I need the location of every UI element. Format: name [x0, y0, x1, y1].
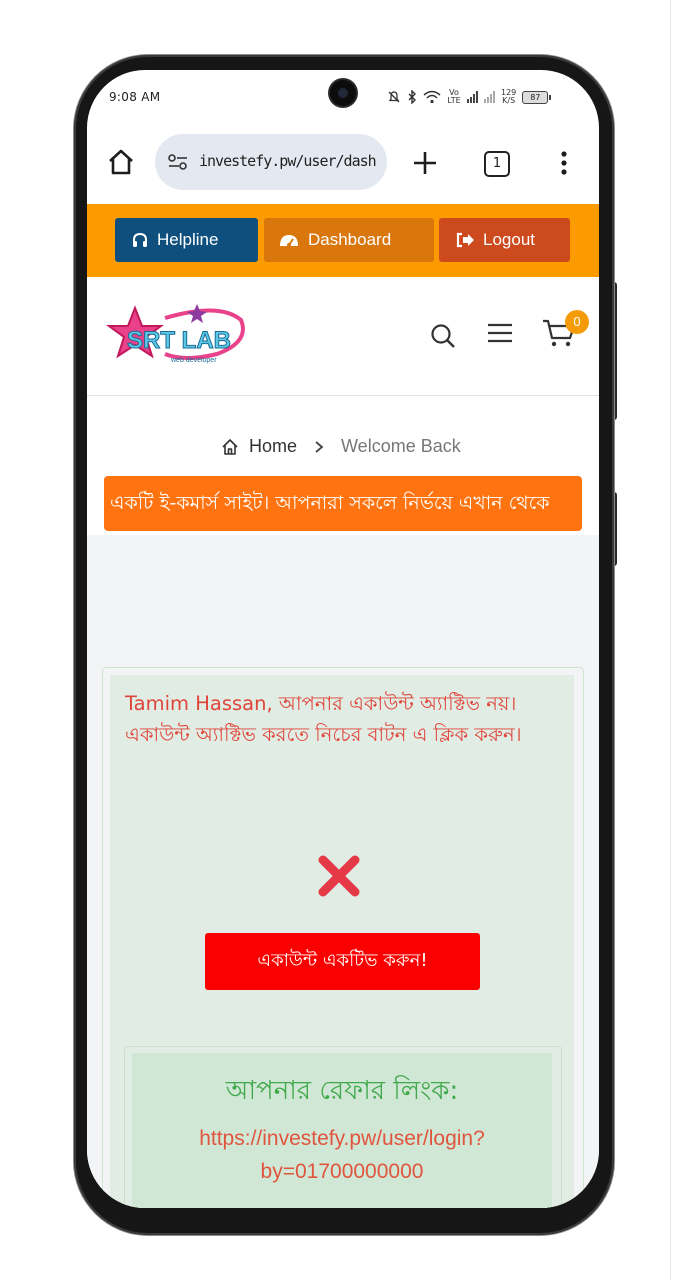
sign-out-icon: [456, 232, 474, 248]
helpline-button[interactable]: Helpline: [115, 218, 258, 262]
site-settings-icon[interactable]: [167, 153, 189, 171]
logout-label: Logout: [483, 230, 535, 249]
breadcrumb-home[interactable]: Home: [249, 436, 297, 457]
marquee-text: একটি ই-কমার্স সাইট। আপনারা সকলে নির্ভয়ে…: [110, 492, 550, 514]
status-icons: Vo LTE 129 K/S 87: [387, 88, 552, 106]
cart-count-badge: 0: [565, 310, 589, 334]
bluetooth-icon: [408, 90, 416, 104]
signal-icon: [467, 91, 478, 103]
header-divider: [87, 395, 599, 396]
headset-icon: [133, 232, 147, 247]
speedometer-icon: [280, 235, 298, 247]
page-edge-line: [670, 0, 671, 1280]
status-time: 9:08 AM: [109, 90, 161, 104]
activate-account-button[interactable]: একাউন্ট একটিভ করুন!: [205, 933, 480, 990]
more-options-icon[interactable]: [557, 150, 571, 176]
signal-icon-2: [484, 91, 495, 103]
wifi-icon: [423, 90, 441, 104]
logo-subtext: web developer: [170, 357, 217, 364]
chevron-right-icon: [315, 440, 324, 453]
breadcrumb-current: Welcome Back: [341, 436, 461, 456]
site-logo[interactable]: SRT LAB web developer: [105, 302, 247, 370]
referral-link-line1: https://investefy.pw/user/login?: [199, 1127, 485, 1150]
lte-label: Vo LTE: [447, 88, 461, 105]
battery-icon: 87: [522, 90, 552, 104]
referral-link[interactable]: https://investefy.pw/user/login? by=0170…: [132, 1122, 552, 1188]
search-icon[interactable]: [430, 323, 456, 349]
new-tab-icon[interactable]: [412, 150, 438, 176]
referral-link-line2: by=01700000000: [260, 1160, 424, 1183]
home-icon[interactable]: [105, 146, 137, 178]
dashboard-button[interactable]: Dashboard: [264, 218, 434, 262]
logo-text: SRT LAB: [127, 327, 231, 354]
tab-switcher-button[interactable]: 1: [484, 151, 510, 177]
inactive-account-warning: Tamim Hassan, আপনার একাউন্ট অ্যাক্টিভ নয…: [125, 692, 522, 746]
referral-title: আপনার রেফার লিংক:: [225, 1076, 459, 1106]
helpline-label: Helpline: [157, 230, 219, 249]
front-camera: [330, 80, 356, 106]
logout-button[interactable]: Logout: [439, 218, 570, 262]
home-small-icon: [222, 438, 238, 455]
net-speed: 129 K/S: [501, 89, 516, 105]
dashboard-label: Dashboard: [308, 230, 392, 249]
notice-marquee: একটি ই-কমার্স সাইট। আপনারা সকলে নির্ভয়ে…: [104, 476, 582, 531]
menu-icon[interactable]: [487, 322, 513, 344]
net-speed-unit: K/S: [502, 96, 516, 105]
breadcrumb: Home Welcome Back: [221, 436, 461, 457]
url-text[interactable]: investefy.pw/user/dashboard: [199, 152, 377, 170]
phone-screen: 9:08 AM Vo LTE 129 K/S 87 investefy.pw/us…: [87, 70, 599, 1208]
bell-off-icon: [388, 91, 400, 103]
close-x-icon: [318, 855, 360, 897]
